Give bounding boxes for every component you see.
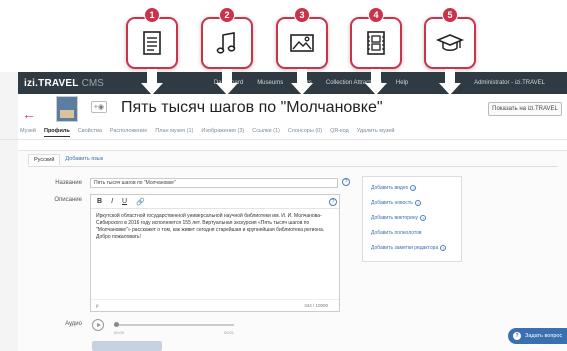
- nav-museums[interactable]: Museums: [257, 80, 283, 86]
- audio-track[interactable]: [114, 322, 234, 327]
- tab-sponsors[interactable]: Спонсоры (0): [288, 128, 322, 137]
- tab-links[interactable]: Ссылки (1): [252, 128, 280, 137]
- graduation-cap-icon: [435, 34, 465, 51]
- name-label: Название: [55, 180, 82, 186]
- italic-icon[interactable]: I: [111, 198, 113, 205]
- tab-profile[interactable]: Профиль: [43, 128, 70, 137]
- underline-icon[interactable]: U: [122, 198, 127, 205]
- callout-2: 2: [201, 7, 253, 95]
- audio-end-time: 00:01: [224, 330, 235, 335]
- callout-badge-3: 3: [294, 7, 310, 23]
- admin-menu[interactable]: Administrator - izi.TRAVEL: [474, 80, 545, 86]
- tab-location[interactable]: Расположение: [110, 128, 147, 137]
- add-item-link[interactable]: Добавить полнолотов: [371, 230, 453, 236]
- back-arrow-icon[interactable]: ←: [22, 106, 36, 122]
- bold-icon[interactable]: B: [97, 198, 102, 205]
- help-icon: ?: [410, 185, 417, 191]
- help-icon: ?: [440, 245, 447, 251]
- language-divider: [28, 166, 558, 167]
- play-icon[interactable]: [92, 319, 104, 331]
- tab-museum-plan[interactable]: План музея (1): [155, 128, 193, 137]
- editor-footer: p 344 / 10000: [91, 299, 339, 311]
- tab-images[interactable]: Изображения (3): [201, 128, 244, 137]
- editor-path: p: [96, 303, 99, 308]
- description-label: Описание: [54, 197, 82, 203]
- brand-sub: CMS: [81, 77, 104, 89]
- music-note-icon: [216, 32, 236, 54]
- callout-badge-1: 1: [144, 7, 160, 23]
- language-tabs: Русский Добавить язык: [28, 154, 108, 165]
- ask-question-button[interactable]: ? Задать вопрос: [508, 328, 567, 344]
- audio-start-time: 00:00: [114, 330, 125, 335]
- add-content-box: Добавить видео? Добавить новость? Добави…: [362, 176, 462, 262]
- add-video-link[interactable]: Добавить видео?: [371, 185, 453, 191]
- museum-thumbnail[interactable]: [56, 96, 78, 122]
- callout-badge-2: 2: [219, 7, 235, 23]
- camera-icon[interactable]: +◉: [91, 101, 107, 113]
- brand-logo[interactable]: izi.TRAVEL: [24, 78, 79, 89]
- add-quiz-link[interactable]: Добавить викторину?: [371, 215, 453, 221]
- tab-properties[interactable]: Свойства: [78, 128, 102, 137]
- description-editor[interactable]: B I U 🔗 ? Иркутской областной государств…: [90, 194, 340, 312]
- char-counter: 344 / 10000: [304, 303, 328, 308]
- callout-badge-4: 4: [368, 7, 384, 23]
- callout-3: 3: [276, 7, 328, 95]
- description-text[interactable]: Иркутской областной государственной унив…: [91, 209, 339, 245]
- editor-help-icon[interactable]: ?: [329, 198, 337, 206]
- link-icon[interactable]: 🔗: [136, 198, 145, 206]
- show-on-izi-button[interactable]: Показать на izi.TRAVEL: [488, 102, 562, 116]
- lang-tab-russian[interactable]: Русский: [28, 154, 61, 165]
- help-icon: ?: [420, 215, 427, 221]
- add-news-link[interactable]: Добавить новость?: [371, 200, 453, 206]
- add-editor-notes-link[interactable]: Добавить заметки редактора?: [371, 245, 453, 251]
- audio-upload-button[interactable]: [92, 341, 162, 351]
- callout-badge-5: 5: [442, 7, 458, 23]
- callout-4: 4: [350, 7, 402, 95]
- callout-5: 5: [424, 7, 476, 95]
- add-language-link[interactable]: Добавить язык: [60, 154, 108, 165]
- help-icon[interactable]: ?: [342, 178, 350, 186]
- tabs-divider: [0, 139, 567, 140]
- tab-delete-museum[interactable]: Удалить музей: [357, 128, 395, 137]
- profile-tabs: Музей Профиль Свойства Расположение План…: [20, 128, 402, 137]
- left-shade: [0, 72, 18, 351]
- name-input[interactable]: Пять тысяч шагов по "Молчановке": [90, 178, 338, 188]
- tab-museum[interactable]: Музей: [20, 128, 36, 137]
- page-title: Пять тысяч шагов по "Молчановке": [121, 99, 383, 116]
- tab-qr-code[interactable]: QR-код: [330, 128, 349, 137]
- editor-toolbar: B I U 🔗: [91, 195, 339, 209]
- help-icon: ?: [414, 200, 421, 206]
- image-icon: [290, 34, 314, 52]
- callout-1: 1: [126, 7, 178, 95]
- film-icon: [367, 31, 385, 55]
- nav-help[interactable]: Help: [396, 80, 408, 86]
- audio-label: Аудио: [65, 321, 82, 327]
- document-icon: [143, 31, 161, 55]
- question-icon: ?: [513, 332, 521, 340]
